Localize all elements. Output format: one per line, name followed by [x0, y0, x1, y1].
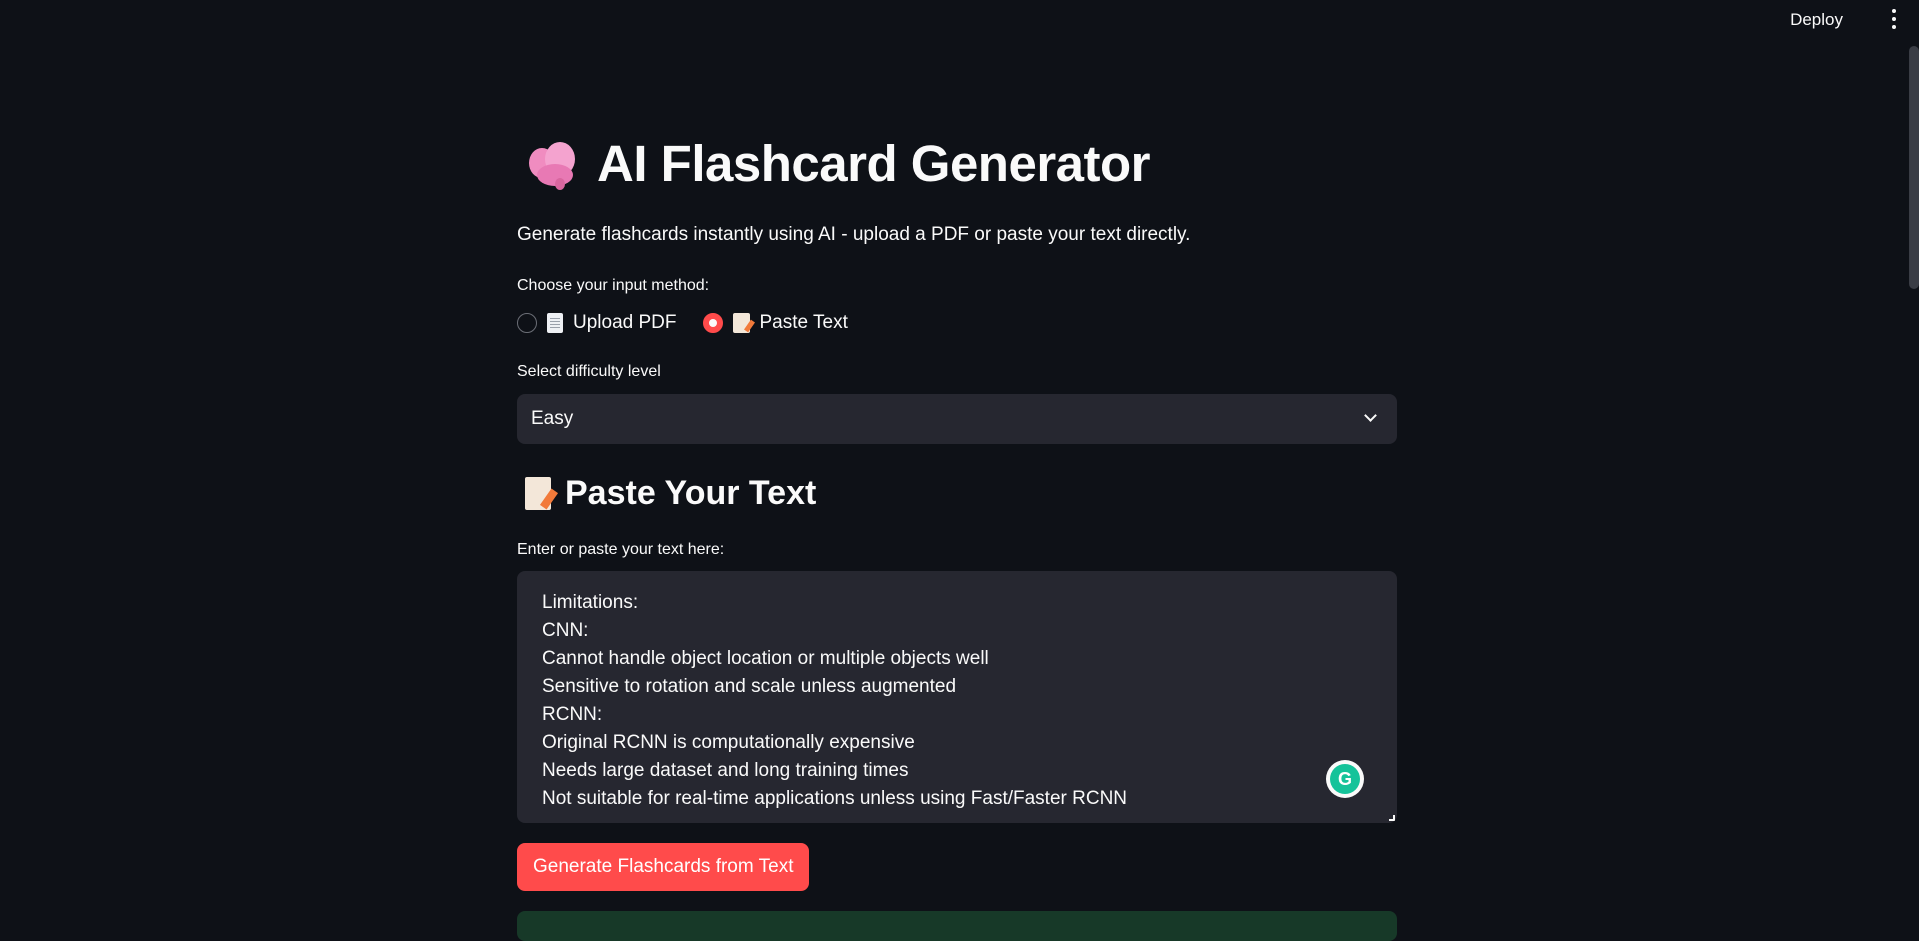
memo-icon: [525, 477, 551, 510]
status-alert: [517, 911, 1397, 941]
difficulty-selected-value: Easy: [531, 408, 574, 429]
grammarly-icon[interactable]: G: [1326, 760, 1364, 798]
textarea-line: Sensitive to rotation and scale unless a…: [542, 676, 957, 697]
radio-circle-unchecked[interactable]: [517, 313, 537, 333]
chevron-down-icon: [1364, 409, 1377, 422]
resize-handle[interactable]: [1389, 815, 1395, 821]
app-title: AI Flashcard Generator: [597, 135, 1151, 192]
vertical-dots-icon[interactable]: [1889, 9, 1899, 29]
difficulty-select[interactable]: Easy: [517, 394, 1397, 444]
brain-icon: [525, 138, 583, 190]
memo-icon: [732, 313, 750, 333]
page-scrollbar[interactable]: [1909, 46, 1919, 289]
textarea-content[interactable]: Limitations: CNN: Cannot handle object l…: [542, 571, 1317, 813]
radio-paste-text[interactable]: Paste Text: [702, 312, 848, 334]
app-header: Deploy: [0, 0, 1919, 40]
textarea-line: CNN:: [542, 620, 589, 641]
app-subtitle: Generate flashcards instantly using AI -…: [517, 224, 1191, 245]
textarea-line-partial: [542, 571, 1317, 589]
textarea-line: Cannot handle object location or multipl…: [542, 648, 989, 669]
textarea-line: Not suitable for real-time applications …: [542, 788, 1128, 809]
radio-label-upload-pdf: Upload PDF: [573, 312, 677, 333]
textarea-line: Original RCNN is computationally expensi…: [542, 732, 915, 753]
radio-label-paste-text: Paste Text: [759, 312, 848, 333]
textarea-line: Needs large dataset and long training ti…: [542, 760, 909, 781]
input-method-radio-group: Upload PDF Paste Text: [517, 312, 848, 334]
deploy-button[interactable]: Deploy: [1786, 8, 1847, 32]
textarea-line: RCNN:: [542, 704, 603, 725]
difficulty-label: Select difficulty level: [517, 363, 661, 380]
generate-flashcards-button[interactable]: Generate Flashcards from Text: [517, 843, 810, 891]
section-heading: Paste Your Text: [525, 474, 816, 513]
document-icon: [547, 313, 563, 333]
textarea-label: Enter or paste your text here:: [517, 541, 725, 558]
page-title: AI Flashcard Generator: [525, 134, 1151, 193]
radio-upload-pdf[interactable]: Upload PDF: [517, 312, 677, 334]
input-method-label: Choose your input method:: [517, 277, 710, 294]
paste-section-title: Paste Your Text: [565, 474, 817, 512]
radio-circle-checked[interactable]: [702, 313, 723, 333]
text-input-area[interactable]: Limitations: CNN: Cannot handle object l…: [517, 571, 1397, 823]
textarea-line: Limitations:: [542, 592, 639, 613]
